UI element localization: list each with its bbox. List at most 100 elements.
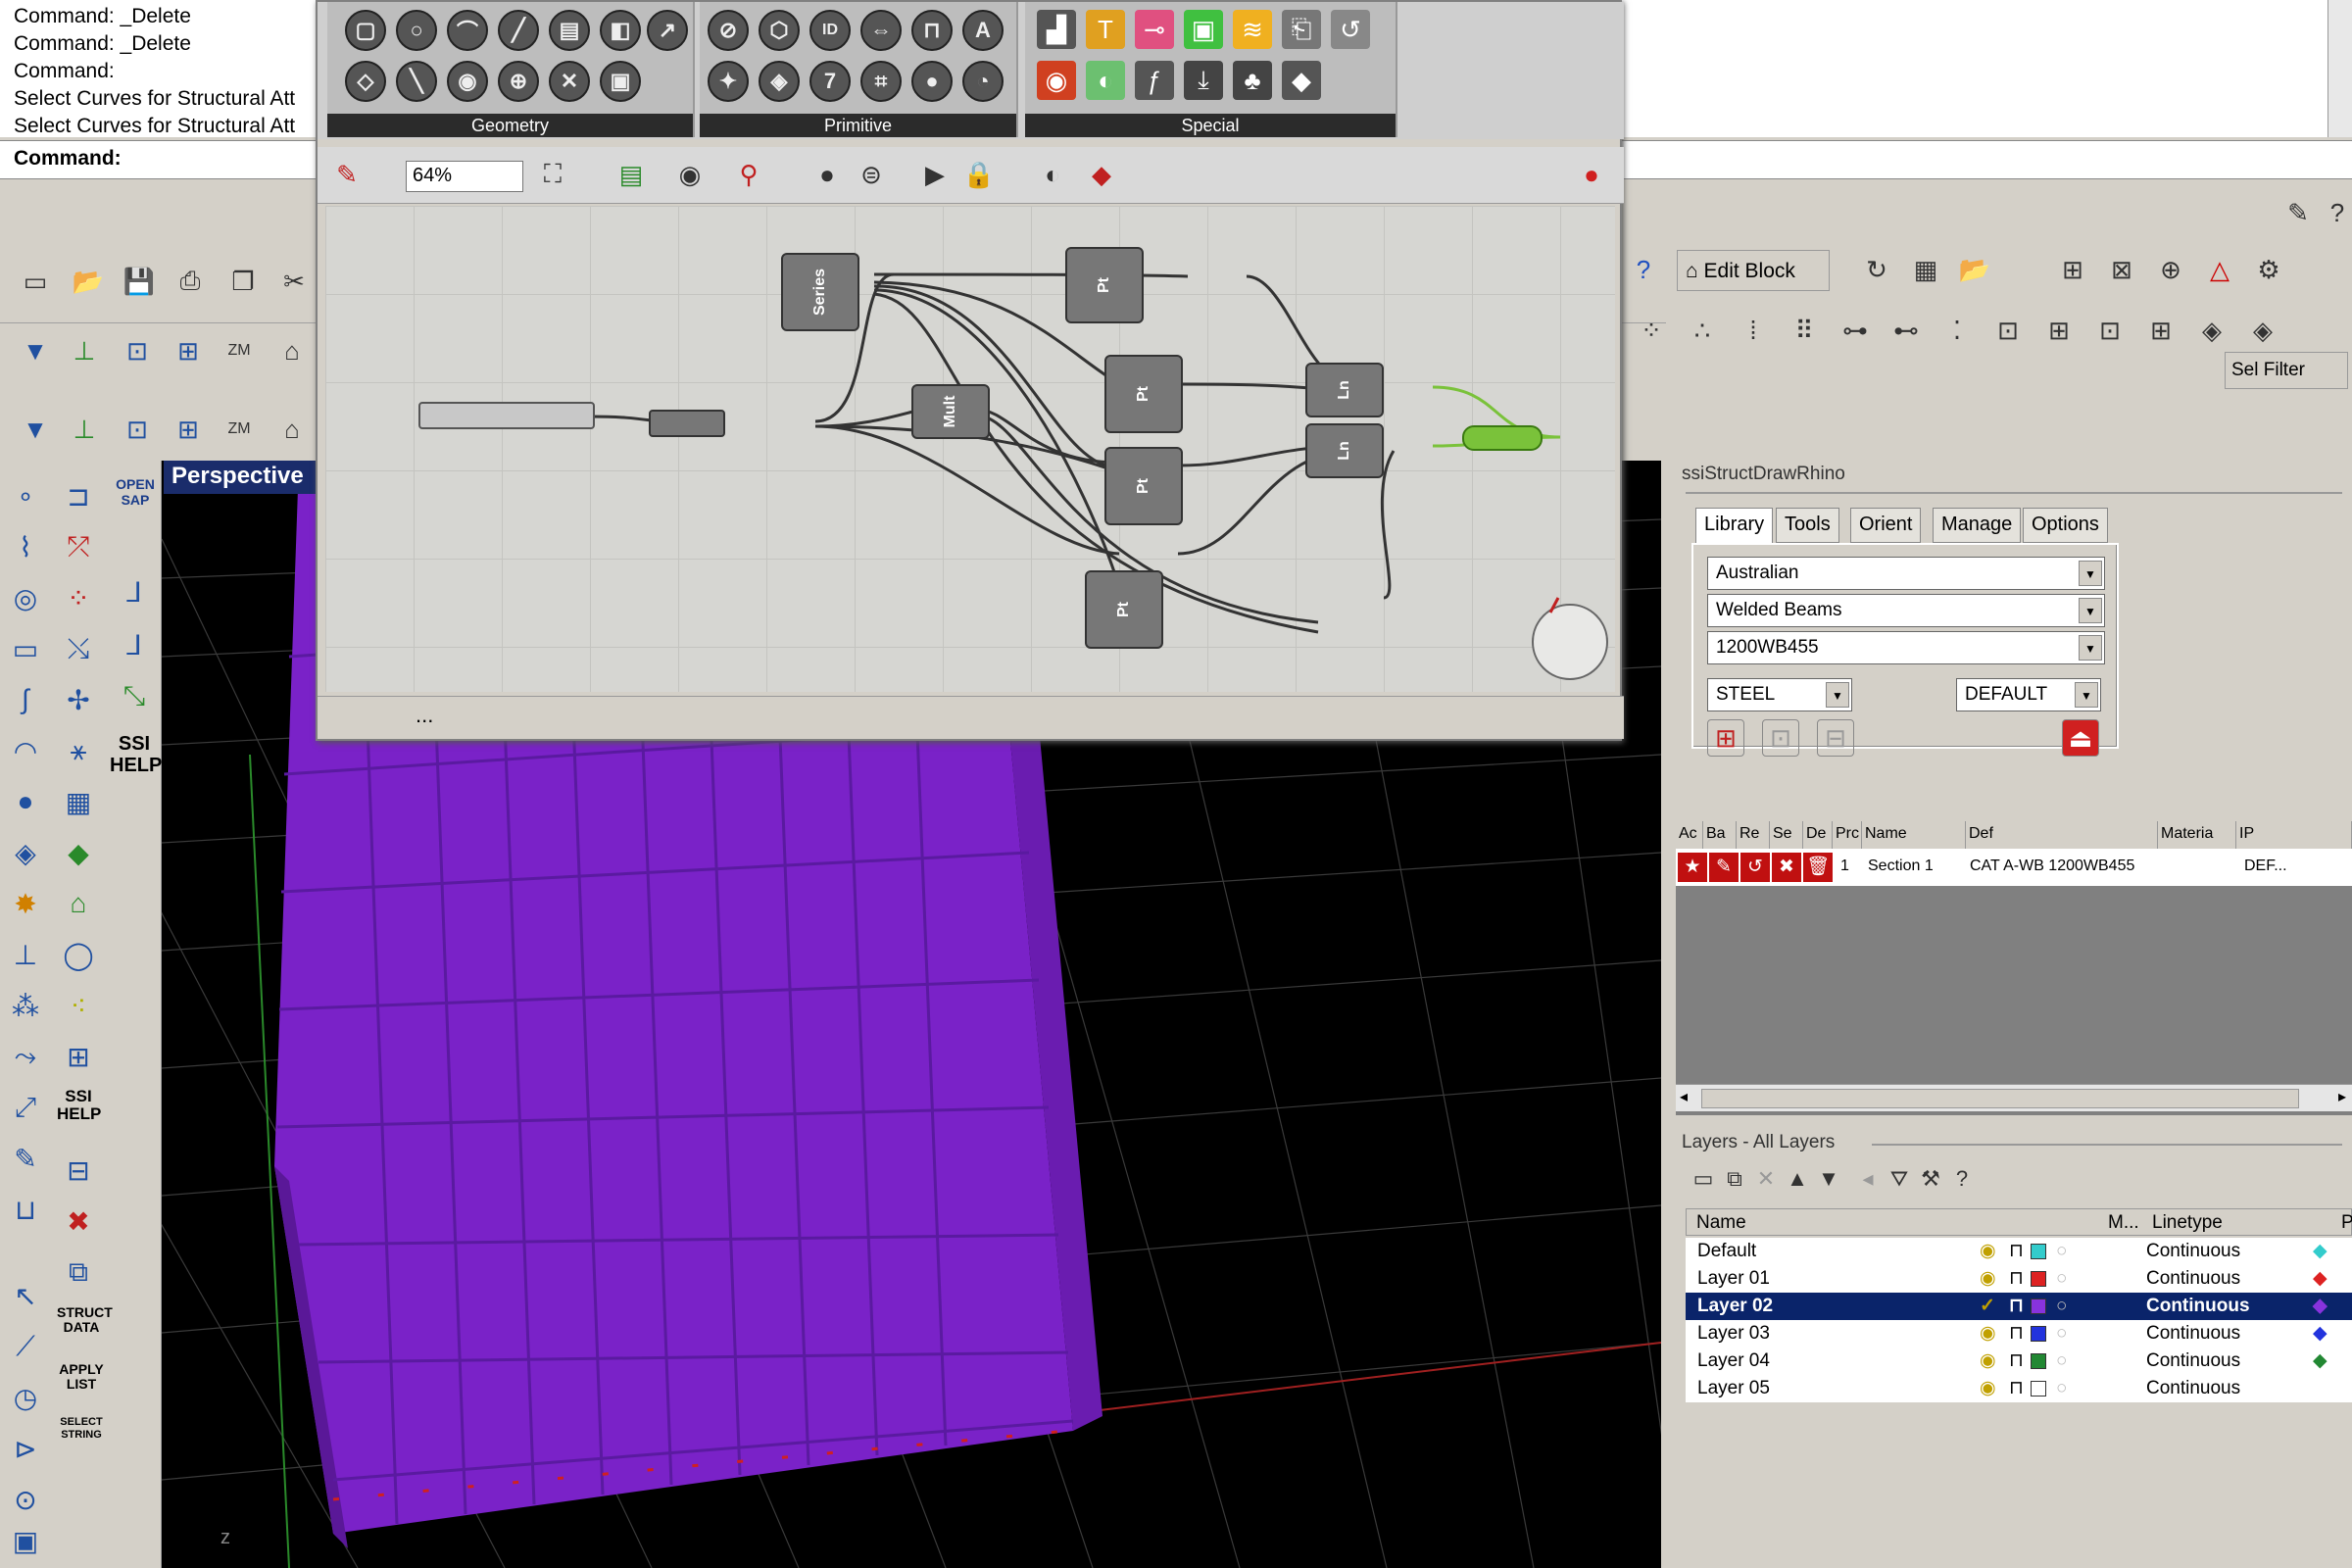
print-icon[interactable]: ⎙ (171, 262, 210, 301)
col-se[interactable]: Se (1770, 821, 1803, 849)
divide-length-icon[interactable]: ⊷ (1886, 311, 1926, 350)
col-print[interactable]: P (2341, 1212, 2352, 1234)
bulb-icon[interactable]: ◉ (1980, 1267, 1996, 1290)
snap-icon[interactable]: ⊠ (2102, 250, 2141, 289)
help-icon[interactable]: ? (1942, 1159, 1982, 1199)
dimension-icon[interactable]: ⊔ (4, 1188, 47, 1231)
edit-section-icon[interactable]: ⊡ (1762, 719, 1799, 757)
dot-grid-icon[interactable]: ⊞ (2039, 311, 2079, 350)
number-slider[interactable] (418, 402, 595, 429)
polyline-icon[interactable]: ⌇ (4, 525, 47, 568)
material-icon[interactable]: ○ (2056, 1241, 2067, 1262)
cube-icon[interactable]: ▣ (4, 1519, 47, 1562)
col-linetype[interactable]: Linetype (2152, 1212, 2223, 1234)
circle-icon[interactable]: ◎ (4, 576, 47, 619)
time-param-icon[interactable]: ◔ (962, 61, 1004, 102)
point-grid-icon[interactable]: ⁞ (1734, 311, 1773, 350)
move-down-icon[interactable]: ▼ (1809, 1159, 1848, 1199)
lock-icon[interactable]: ⊓ (2009, 1377, 2024, 1399)
open-sap-button[interactable]: OPEN SAP (113, 476, 158, 519)
structure-icon[interactable]: ⊐ (57, 474, 100, 517)
points-yellow-icon[interactable]: ⁖ (57, 984, 100, 1027)
diamond-grid-icon[interactable]: ◈ (2243, 311, 2282, 350)
sweep-icon[interactable]: ⊳ (4, 1427, 47, 1470)
sphere-preview-icon[interactable]: ● (808, 155, 847, 194)
tab-library[interactable]: Library (1695, 508, 1774, 543)
diagonal-icon[interactable]: ⤡ (113, 674, 156, 717)
point-component-1[interactable]: Pt (1065, 247, 1144, 323)
default-select[interactable]: DEFAULT ▼ (1956, 678, 2101, 711)
material-icon[interactable]: ○ (2056, 1378, 2067, 1399)
wrench-icon[interactable]: ✎ (2278, 193, 2318, 232)
edit-icon[interactable]: ✎ (4, 1137, 47, 1180)
camera-icon[interactable]: ⌂ (272, 410, 312, 449)
layer-color-swatch[interactable] (2031, 1271, 2046, 1287)
graph-icon[interactable]: ▟ (1037, 10, 1076, 49)
layer-color-swatch[interactable] (2031, 1244, 2046, 1259)
move-icon[interactable]: ⊥ (4, 933, 47, 976)
brace-icon[interactable]: ⤯ (57, 627, 100, 670)
point-component-2[interactable]: Pt (1104, 355, 1183, 433)
group-icon[interactable]: ⁂ (4, 984, 47, 1027)
layer-row[interactable]: Layer 05 ◉ ⊓ ○ Continuous ◆ (1686, 1375, 2352, 1402)
brush-icon[interactable]: ✎ (1709, 853, 1739, 882)
dot-box-icon[interactable]: ⊡ (2090, 311, 2130, 350)
diamond-icon[interactable]: ◆ (1082, 155, 1121, 194)
hexagon-param-icon[interactable]: ⬡ (759, 10, 800, 51)
print-color-icon[interactable]: ◆ (2313, 1267, 2328, 1290)
text-param-icon[interactable]: A (962, 10, 1004, 51)
standard-select[interactable]: Australian ▼ (1707, 557, 2105, 590)
col-name[interactable]: Name (1862, 821, 1966, 849)
print-color-icon[interactable]: ◆ (2313, 1377, 2328, 1399)
open-icon[interactable]: ⊟ (57, 1149, 100, 1192)
tab-tools[interactable]: Tools (1776, 508, 1839, 543)
struct-data-button[interactable]: STRUCT DATA (57, 1305, 113, 1348)
target-icon[interactable]: ⊕ (2151, 250, 2190, 289)
grid-icon[interactable]: ⊞ (2053, 250, 2092, 289)
zoom-extents-icon[interactable]: ⊞ (169, 410, 208, 449)
shader-param-icon[interactable]: ● (911, 61, 953, 102)
copy-section-icon[interactable]: ⊟ (1817, 719, 1854, 757)
node-icon[interactable]: ⁘ (57, 576, 100, 619)
open-folder-icon[interactable]: 📂 (69, 262, 108, 301)
boolean-param-icon[interactable]: ◈ (759, 61, 800, 102)
y-axis-icon[interactable]: ⅃ (113, 570, 156, 613)
axis-icon[interactable]: ⊥ (65, 410, 104, 449)
scale-icon[interactable]: ⤢ (4, 1086, 47, 1129)
print-color-icon[interactable]: ◆ (2313, 1295, 2328, 1317)
layer-color-swatch[interactable] (2031, 1353, 2046, 1369)
camera-icon[interactable]: ⌂ (272, 331, 312, 370)
chevron-down-icon[interactable]: ▼ (1826, 682, 1849, 708)
curve-param-icon[interactable]: ⌒ (447, 10, 488, 51)
palette-icon[interactable]: ◐ (1086, 61, 1125, 100)
scroll-left-icon[interactable]: ◂ (1680, 1087, 1688, 1106)
zoom-window-icon[interactable]: ⊡ (118, 331, 157, 370)
pin-icon[interactable]: ⚲ (729, 155, 768, 194)
select-string-button[interactable]: SELECT STRING (57, 1416, 106, 1459)
zoom-extents-icon[interactable]: ⛶ (533, 155, 572, 194)
ssi-help-button[interactable]: SSI HELP (57, 1088, 101, 1131)
group-param-icon[interactable]: ▣ (600, 61, 641, 102)
lock-icon[interactable]: ⊓ (2009, 1322, 2024, 1345)
viewport-title[interactable]: Perspective (164, 461, 320, 494)
copy-mode-icon[interactable]: ⧉ (57, 1250, 100, 1294)
layer-row[interactable]: Layer 01 ◉ ⊓ ○ Continuous ◆ (1686, 1265, 2352, 1293)
point-cloud-icon[interactable]: ⠿ (1785, 311, 1824, 350)
clock-icon[interactable]: ◷ (4, 1376, 47, 1419)
help-circle-icon[interactable]: ? (2318, 193, 2352, 232)
open-icon[interactable]: 📂 (1955, 250, 1994, 289)
chevron-down-icon[interactable]: ▼ (2079, 635, 2102, 661)
print-color-icon[interactable]: ◆ (2313, 1349, 2328, 1372)
zoom-extents-icon[interactable]: ⊞ (169, 331, 208, 370)
lock-icon[interactable]: 🔒 (959, 155, 999, 194)
lock-icon[interactable]: ⊓ (2009, 1349, 2024, 1372)
bulb-icon[interactable]: ◉ (1980, 1377, 1996, 1399)
series-component[interactable]: Series (781, 253, 859, 331)
add-section-icon[interactable]: ⊞ (1707, 719, 1744, 757)
tab-manage[interactable]: Manage (1933, 508, 2022, 543)
loop-icon[interactable]: ↺ (1331, 10, 1370, 49)
grid-sm-icon[interactable]: ⊞ (57, 1035, 100, 1078)
trim-icon[interactable]: ⤳ (4, 1035, 47, 1078)
y2-axis-icon[interactable]: ⅃ (113, 623, 156, 666)
col-re[interactable]: Re (1737, 821, 1770, 849)
